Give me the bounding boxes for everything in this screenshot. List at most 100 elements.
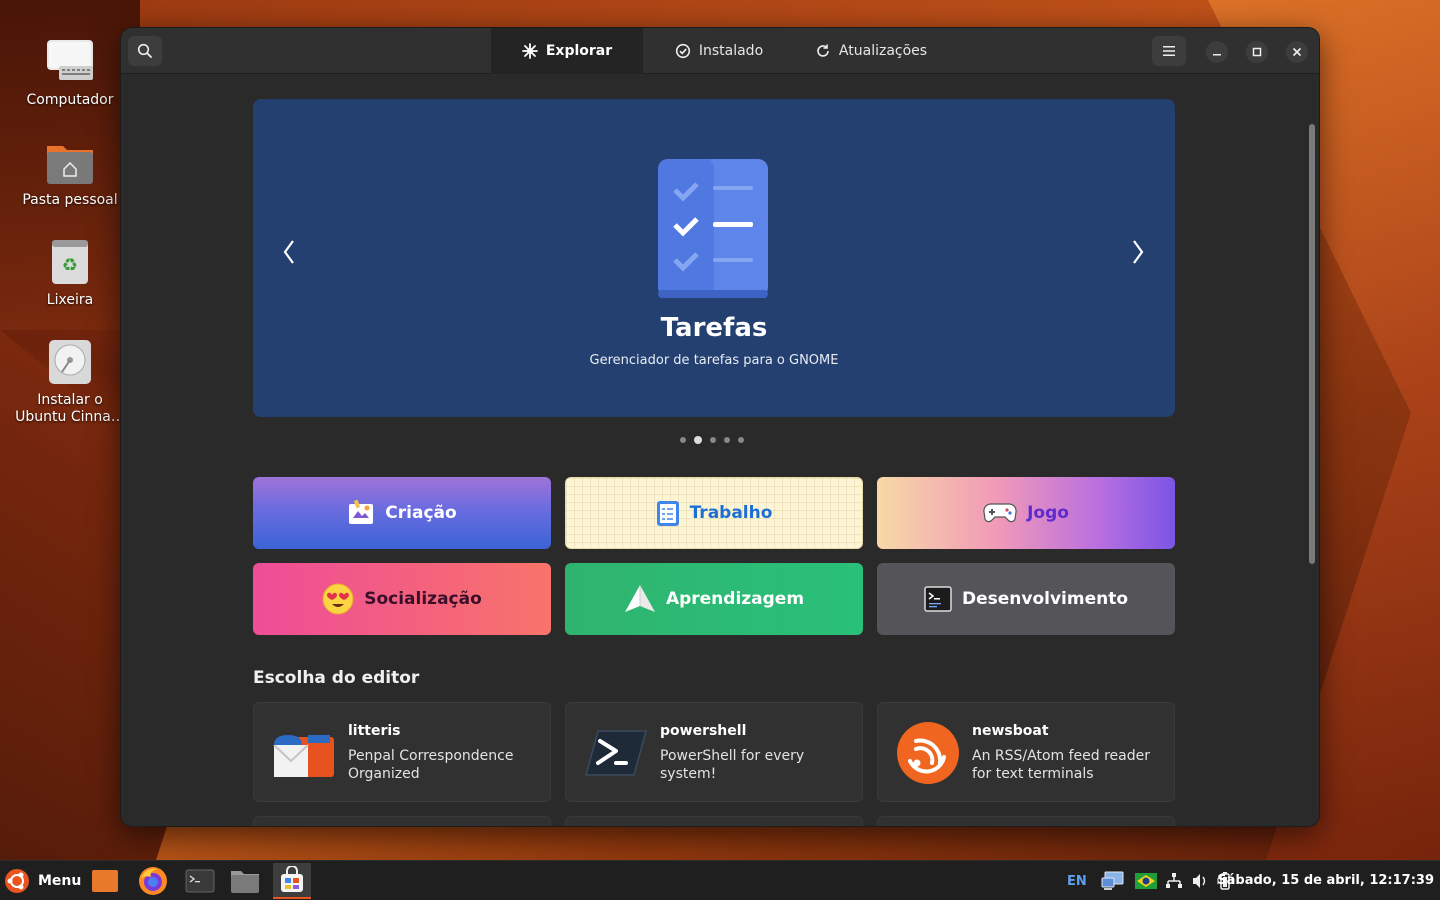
category-label: Desenvolvimento <box>961 589 1129 609</box>
tab-explore[interactable]: Explorar <box>491 28 643 74</box>
carousel-next-button[interactable] <box>1123 239 1153 272</box>
tab-label: Atualizações <box>838 43 928 59</box>
carousel-previous-button[interactable] <box>274 239 304 272</box>
scrollbar[interactable] <box>1309 124 1315 564</box>
category-creation[interactable]: Criação <box>253 477 551 549</box>
show-desktop-icon <box>92 870 118 892</box>
emoji-icon <box>322 583 354 615</box>
explore-page: Tarefas Gerenciador de tarefas para o GN… <box>121 74 1319 826</box>
search-button[interactable] <box>128 36 162 66</box>
newsboat-icon <box>896 721 960 785</box>
disc-drive-icon <box>45 338 95 388</box>
desktop-icon-install-ubuntu[interactable]: Instalar o Ubuntu Cinna… <box>15 338 125 426</box>
app-card-partial[interactable] <box>565 816 863 826</box>
desktop-icon-label: Lixeira <box>46 292 94 308</box>
launcher-show-desktop[interactable] <box>88 865 122 897</box>
carousel-dot[interactable] <box>680 437 686 443</box>
app-card-partial[interactable] <box>877 816 1175 826</box>
carousel-indicators <box>680 436 744 444</box>
app-summary: Penpal Correspondence Organized <box>348 748 514 782</box>
wired-network-icon[interactable] <box>1165 872 1183 890</box>
close-icon <box>1292 47 1302 57</box>
network-status-icon[interactable] <box>1101 870 1125 892</box>
app-card-powershell[interactable]: powershell PowerShell for every system! <box>565 702 863 802</box>
tab-label: Instalado <box>698 43 764 59</box>
computer-icon <box>45 38 95 88</box>
desktop-icon-label: Instalar o Ubuntu Cinna… <box>15 392 125 425</box>
gamepad-icon <box>983 503 1017 523</box>
category-label: Aprendizagem <box>665 589 805 609</box>
carousel-dot[interactable] <box>710 437 716 443</box>
explore-icon <box>521 43 538 59</box>
svg-text:♻: ♻ <box>62 255 78 276</box>
keyboard-layout-indicator[interactable]: EN <box>1067 874 1087 889</box>
featured-app-summary: Gerenciador de tarefas para o GNOME <box>589 353 839 368</box>
app-summary: PowerShell for every system! <box>660 748 805 782</box>
desktop-icon-computer[interactable]: Computador <box>15 38 125 109</box>
powershell-icon <box>584 721 648 785</box>
category-social[interactable]: Socialização <box>253 563 551 635</box>
clock[interactable]: Sábado, 15 de abril, 12:17:39 <box>1217 861 1434 900</box>
app-card-litteris[interactable]: litteris Penpal Correspondence Organized <box>253 702 551 802</box>
software-center-icon <box>281 866 303 892</box>
maximize-icon <box>1252 47 1262 57</box>
app-name: newsboat <box>972 723 1049 739</box>
app-name: powershell <box>660 723 747 739</box>
category-games[interactable]: Jogo <box>877 477 1175 549</box>
maximize-button[interactable] <box>1246 41 1268 63</box>
desktop-icon-trash[interactable]: ♻ Lixeira <box>15 238 125 309</box>
desktop-icon-label: Pasta pessoal <box>22 192 118 208</box>
creation-icon <box>349 499 374 524</box>
carousel-dot-active[interactable] <box>694 436 702 444</box>
featured-app-title: Tarefas <box>660 313 768 343</box>
category-education[interactable]: Aprendizagem <box>565 563 863 635</box>
app-summary: An RSS/Atom feed reader for text termina… <box>972 748 1150 782</box>
main-menu-button[interactable] <box>1152 36 1186 66</box>
firefox-icon <box>139 867 167 895</box>
launcher-firefox[interactable] <box>136 865 170 897</box>
menu-button[interactable]: Menu <box>4 866 81 896</box>
refresh-icon <box>817 44 829 57</box>
header-bar: Explorar Instalado Atualizações <box>121 28 1319 74</box>
tab-installed[interactable]: Instalado <box>661 28 777 74</box>
category-work[interactable]: Trabalho <box>565 477 863 549</box>
ubuntu-logo-icon <box>5 869 29 893</box>
launcher-software-active[interactable] <box>273 863 311 899</box>
category-label: Jogo <box>1027 503 1069 523</box>
app-card-newsboat[interactable]: newsboat An RSS/Atom feed reader for tex… <box>877 702 1175 802</box>
taskbar: Menu EN Sábado, 15 de abril, 12:17:39 <box>0 860 1440 900</box>
chevron-right-icon <box>1133 240 1144 264</box>
trash-icon: ♻ <box>45 238 95 288</box>
litteris-icon <box>272 721 336 785</box>
menu-label: Menu <box>38 873 82 889</box>
featured-carousel[interactable]: Tarefas Gerenciador de tarefas para o GN… <box>253 99 1175 417</box>
minimize-button[interactable] <box>1206 41 1228 63</box>
carousel-dot[interactable] <box>738 437 744 443</box>
launcher-files[interactable] <box>228 865 262 897</box>
app-card-partial[interactable] <box>253 816 551 826</box>
app-name: litteris <box>348 723 401 739</box>
tab-label: Explorar <box>545 43 613 59</box>
system-tray: EN <box>1067 861 1233 900</box>
category-label: Criação <box>385 503 457 523</box>
work-icon <box>656 501 679 526</box>
tab-updates[interactable]: Atualizações <box>801 28 941 74</box>
editors-choice-heading: Escolha do editor <box>253 668 420 688</box>
volume-icon[interactable] <box>1191 872 1209 890</box>
carousel-dot[interactable] <box>724 437 730 443</box>
launcher-terminal[interactable] <box>183 865 217 897</box>
software-window: Explorar Instalado Atualizações Tarefas … <box>120 27 1320 827</box>
close-button[interactable] <box>1286 41 1308 63</box>
hamburger-menu-icon <box>1163 46 1175 56</box>
check-circle-icon <box>675 43 690 59</box>
home-folder-icon <box>45 138 95 188</box>
terminal-icon <box>185 869 215 893</box>
desktop-icon-home-folder[interactable]: Pasta pessoal <box>15 138 125 209</box>
brazil-flag-icon[interactable] <box>1134 873 1157 889</box>
category-label: Trabalho <box>689 503 773 523</box>
folder-icon <box>231 871 259 893</box>
category-development[interactable]: Desenvolvimento <box>877 563 1175 635</box>
chevron-left-icon <box>283 240 294 264</box>
terminal-icon <box>924 586 952 612</box>
desktop-icon-label: Computador <box>26 92 114 108</box>
